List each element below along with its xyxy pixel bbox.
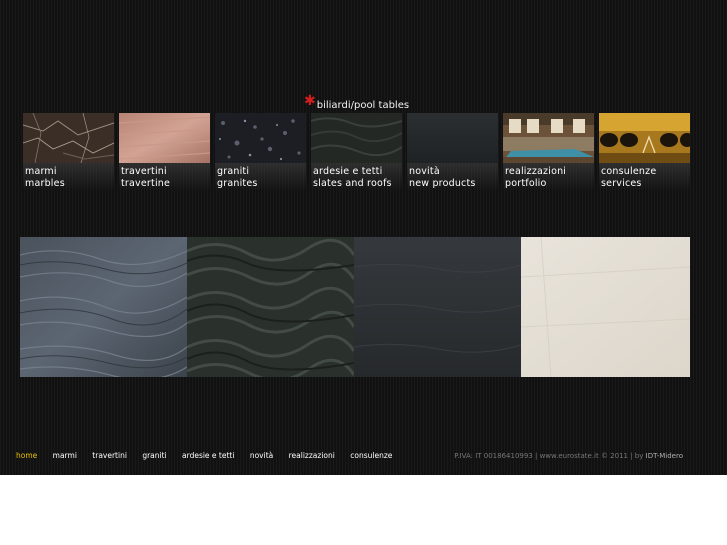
category-labels: travertini travertine bbox=[119, 163, 210, 191]
category-labels: realizzazioni portfolio bbox=[503, 163, 594, 191]
category-label-en: slates and roofs bbox=[313, 178, 392, 189]
category-label-en: granites bbox=[217, 178, 258, 189]
footer-link-consulenze[interactable]: consulenze bbox=[350, 451, 392, 460]
footer-link-travertini[interactable]: travertini bbox=[92, 451, 127, 460]
category-labels: graniti granites bbox=[215, 163, 306, 191]
portfolio-thumbnail bbox=[503, 113, 594, 163]
footer-link-realizzazioni[interactable]: realizzazioni bbox=[289, 451, 335, 460]
marble-thumbnail bbox=[23, 113, 114, 163]
pool-tables-label: biliardi/pool tables bbox=[316, 100, 410, 111]
footer-link-novita[interactable]: novità bbox=[250, 451, 273, 460]
category-labels: novità new products bbox=[407, 163, 498, 191]
credit-link[interactable]: IDT-Midero bbox=[646, 452, 683, 460]
category-ardesie[interactable]: ardesie e tetti slates and roofs bbox=[311, 113, 402, 191]
category-label-en: travertine bbox=[121, 178, 171, 189]
gray-slate-texture bbox=[20, 237, 187, 377]
category-marmi[interactable]: marmi marbles bbox=[23, 113, 114, 191]
travertine-thumbnail bbox=[119, 113, 210, 163]
cream-stone-texture bbox=[521, 237, 690, 377]
slate-thumbnail bbox=[311, 113, 402, 163]
category-labels: marmi marbles bbox=[23, 163, 114, 191]
footer-nav: home marmi travertini graniti ardesie e … bbox=[16, 451, 405, 463]
category-consulenze[interactable]: consulenze services bbox=[599, 113, 690, 191]
star-icon: ✱ bbox=[304, 93, 316, 109]
pool-tables-link[interactable]: ✱biliardi/pool tables bbox=[304, 93, 410, 112]
category-labels: ardesie e tetti slates and roofs bbox=[311, 163, 402, 191]
category-label-it: graniti bbox=[217, 166, 250, 177]
footer-legal-text: P.IVA: IT 00186410993 | www.eurostate.it… bbox=[454, 452, 644, 460]
new-products-thumbnail bbox=[407, 113, 498, 163]
category-novita[interactable]: novità new products bbox=[407, 113, 498, 191]
footer-link-ardesie[interactable]: ardesie e tetti bbox=[182, 451, 234, 460]
category-label-it: realizzazioni bbox=[505, 166, 567, 177]
category-label-en: marbles bbox=[25, 178, 65, 189]
category-label-it: ardesie e tetti bbox=[313, 166, 383, 177]
category-graniti[interactable]: graniti granites bbox=[215, 113, 306, 191]
footer-link-marmi[interactable]: marmi bbox=[53, 451, 77, 460]
category-label-it: travertini bbox=[121, 166, 167, 177]
page-background: ✱biliardi/pool tables marmi marbles trav… bbox=[0, 0, 727, 475]
category-labels: consulenze services bbox=[599, 163, 690, 191]
footer-link-graniti[interactable]: graniti bbox=[142, 451, 166, 460]
stone-texture-gallery bbox=[20, 237, 690, 377]
footer-info: P.IVA: IT 00186410993 | www.eurostate.it… bbox=[454, 452, 683, 460]
dark-slate-texture bbox=[354, 237, 521, 377]
granite-thumbnail bbox=[215, 113, 306, 163]
services-thumbnail bbox=[599, 113, 690, 163]
category-travertini[interactable]: travertini travertine bbox=[119, 113, 210, 191]
category-realizzazioni[interactable]: realizzazioni portfolio bbox=[503, 113, 594, 191]
category-label-it: marmi bbox=[25, 166, 57, 177]
category-label-en: services bbox=[601, 178, 642, 189]
category-menu: marmi marbles travertini travertine gran… bbox=[23, 113, 691, 191]
category-label-it: consulenze bbox=[601, 166, 657, 177]
green-slate-texture bbox=[187, 237, 354, 377]
category-label-it: novità bbox=[409, 166, 440, 177]
footer-link-home[interactable]: home bbox=[16, 451, 37, 460]
category-label-en: new products bbox=[409, 178, 476, 189]
category-label-en: portfolio bbox=[505, 178, 547, 189]
